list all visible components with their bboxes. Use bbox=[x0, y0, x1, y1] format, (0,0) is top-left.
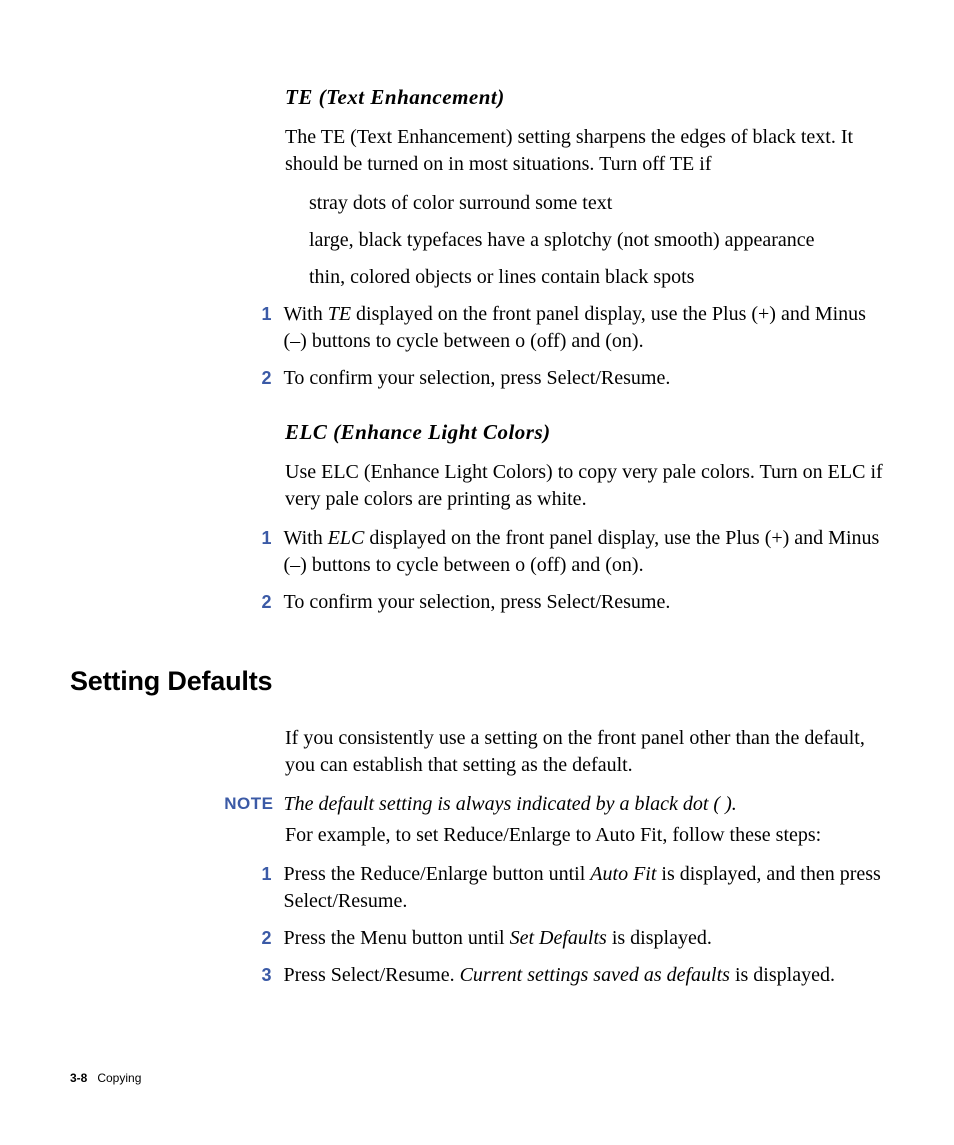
step-number: 2 bbox=[261, 368, 271, 388]
te-step-1: 1 With TE displayed on the front panel d… bbox=[70, 301, 884, 355]
step-number-cell: 1 bbox=[70, 525, 284, 551]
elc-section: ELC (Enhance Light Colors) Use ELC (Enha… bbox=[285, 420, 890, 513]
step-number-cell: 1 bbox=[70, 301, 284, 327]
step-text-pre: Press the Reduce/Enlarge button until bbox=[284, 863, 591, 885]
step-number: 2 bbox=[261, 592, 271, 612]
step-number-cell: 1 bbox=[70, 861, 284, 887]
step-number: 1 bbox=[261, 864, 271, 884]
te-section: TE (Text Enhancement) The TE (Text Enhan… bbox=[285, 85, 890, 291]
defaults-step-2: 2 Press the Menu button until Set Defaul… bbox=[70, 925, 884, 952]
elc-heading: ELC (Enhance Light Colors) bbox=[285, 420, 890, 445]
step-text-post: is displayed. bbox=[730, 964, 835, 986]
step-text-em: Set Defaults bbox=[510, 927, 607, 949]
page: TE (Text Enhancement) The TE (Text Enhan… bbox=[0, 0, 954, 1145]
page-footer: 3-8 Copying bbox=[70, 1071, 141, 1085]
step-body: Press the Menu button until Set Defaults… bbox=[284, 925, 885, 952]
step-body: With ELC displayed on the front panel di… bbox=[284, 525, 885, 579]
te-intro: The TE (Text Enhancement) setting sharpe… bbox=[285, 124, 890, 178]
defaults-example: For example, to set Reduce/Enlarge to Au… bbox=[285, 822, 890, 849]
step-text-em: Current settings saved as defaults bbox=[460, 964, 730, 986]
defaults-note: NOTE The default setting is always indic… bbox=[70, 791, 884, 818]
step-text-pre: With bbox=[284, 527, 328, 549]
te-step-2: 2 To confirm your selection, press Selec… bbox=[70, 365, 884, 392]
step-body: To confirm your selection, press Select/… bbox=[284, 589, 885, 616]
step-number-cell: 2 bbox=[70, 925, 284, 951]
page-number: 3-8 bbox=[70, 1071, 87, 1085]
step-number: 1 bbox=[261, 304, 271, 324]
step-number-cell: 2 bbox=[70, 365, 284, 391]
step-number: 3 bbox=[261, 965, 271, 985]
step-text-pre: Press Select/Resume. bbox=[284, 964, 460, 986]
note-body: The default setting is always indicated … bbox=[283, 791, 884, 818]
step-text-post: is displayed. bbox=[607, 927, 712, 949]
note-label-cell: NOTE bbox=[70, 791, 283, 817]
step-body: Press Select/Resume. Current settings sa… bbox=[284, 962, 885, 989]
te-bullet-3: thin, colored objects or lines contain b… bbox=[285, 264, 890, 291]
defaults-step-3: 3 Press Select/Resume. Current settings … bbox=[70, 962, 884, 989]
step-text-pre: With bbox=[284, 303, 328, 325]
step-text-post: displayed on the front panel display, us… bbox=[284, 303, 866, 352]
step-text-post: displayed on the front panel display, us… bbox=[284, 527, 880, 576]
step-number-cell: 2 bbox=[70, 589, 284, 615]
defaults-intro-block: If you consistently use a setting on the… bbox=[285, 725, 890, 779]
step-text-em: ELC bbox=[328, 527, 365, 549]
chapter-name: Copying bbox=[97, 1071, 141, 1085]
elc-step-2: 2 To confirm your selection, press Selec… bbox=[70, 589, 884, 616]
step-number-cell: 3 bbox=[70, 962, 284, 988]
elc-intro: Use ELC (Enhance Light Colors) to copy v… bbox=[285, 459, 890, 513]
step-body: To confirm your selection, press Select/… bbox=[284, 365, 885, 392]
step-text-em: Auto Fit bbox=[590, 863, 656, 885]
step-body: With TE displayed on the front panel dis… bbox=[284, 301, 885, 355]
note-label: NOTE bbox=[224, 794, 273, 813]
defaults-step-1: 1 Press the Reduce/Enlarge button until … bbox=[70, 861, 884, 915]
step-text-pre: Press the Menu button until bbox=[284, 927, 510, 949]
step-text-em: TE bbox=[328, 303, 351, 325]
step-body: Press the Reduce/Enlarge button until Au… bbox=[284, 861, 885, 915]
te-heading: TE (Text Enhancement) bbox=[285, 85, 890, 110]
step-number: 2 bbox=[261, 928, 271, 948]
defaults-example-block: For example, to set Reduce/Enlarge to Au… bbox=[285, 822, 890, 849]
te-bullet-2: large, black typefaces have a splotchy (… bbox=[285, 227, 890, 254]
te-bullet-1: stray dots of color surround some text bbox=[285, 190, 890, 217]
defaults-intro: If you consistently use a setting on the… bbox=[285, 725, 890, 779]
setting-defaults-heading: Setting Defaults bbox=[70, 666, 884, 697]
elc-step-1: 1 With ELC displayed on the front panel … bbox=[70, 525, 884, 579]
step-number: 1 bbox=[261, 528, 271, 548]
